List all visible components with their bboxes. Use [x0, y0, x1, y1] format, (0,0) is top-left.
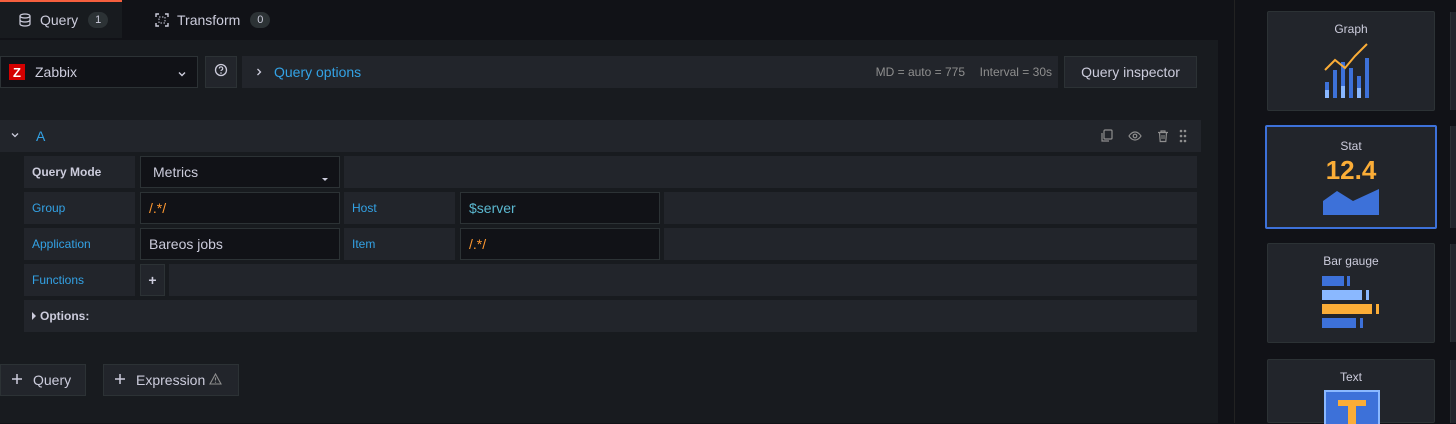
query-mode-label: Query Mode [24, 156, 135, 188]
tab-transform[interactable]: Transform 0 [155, 0, 271, 40]
sidebar-divider [1234, 0, 1235, 423]
stat-sparkline-icon [1323, 189, 1379, 215]
plus-icon [114, 372, 126, 388]
host-input[interactable]: $server [460, 192, 660, 224]
viz-card-partial [1450, 12, 1456, 110]
tab-query-label: Query [40, 12, 79, 28]
warning-icon [209, 372, 223, 388]
interval-value: Interval = 30s [979, 65, 1052, 79]
application-label: Application [24, 228, 135, 260]
datasource-help-button[interactable] [205, 56, 237, 88]
viz-card-stat[interactable]: Stat 12.4 [1265, 125, 1437, 229]
add-expression-label: Expression [136, 372, 206, 388]
caret-right-icon [32, 307, 37, 325]
transform-icon [155, 13, 169, 27]
database-icon [18, 13, 32, 27]
row-filler [169, 264, 1197, 296]
query-ref-id[interactable]: A [36, 128, 45, 144]
add-query-button[interactable]: Query [0, 364, 86, 396]
stat-value: 12.4 [1325, 155, 1377, 185]
row-filler [344, 156, 1197, 188]
zabbix-logo-icon: Z [9, 64, 25, 80]
viz-title-stat: Stat [1340, 139, 1362, 153]
viz-card-partial [1450, 126, 1456, 228]
group-input[interactable]: /.*/ [140, 192, 340, 224]
viz-title-graph: Graph [1334, 22, 1368, 36]
datasource-picker[interactable]: Z Zabbix [0, 56, 198, 88]
trash-icon[interactable] [1156, 129, 1170, 148]
query-row-header: A [0, 120, 1201, 152]
text-viz-icon [1324, 390, 1380, 424]
drag-handle-icon[interactable] [1178, 128, 1188, 149]
row-filler [664, 228, 1197, 260]
viz-card-text[interactable]: Text [1267, 359, 1435, 424]
graph-viz-icon [1324, 43, 1369, 98]
tab-transform-count: 0 [250, 12, 271, 28]
row-filler [664, 192, 1197, 224]
viz-card-graph[interactable]: Graph [1267, 11, 1435, 111]
item-input[interactable]: /.*/ [460, 228, 660, 260]
chevron-down-icon [177, 66, 187, 84]
query-mode-value: Metrics [153, 164, 199, 180]
bar-gauge-viz-icon [1322, 276, 1379, 328]
caret-down-icon [321, 170, 329, 186]
options-toggle[interactable]: Options: [24, 300, 1197, 332]
host-label: Host [344, 192, 455, 224]
add-expression-button[interactable]: Expression [103, 364, 239, 396]
duplicate-icon[interactable] [1100, 129, 1114, 148]
query-options-label[interactable]: Query options [274, 64, 361, 80]
tab-transform-label: Transform [177, 12, 241, 28]
chevron-right-icon [254, 64, 264, 80]
collapse-chevron-icon[interactable] [10, 127, 20, 145]
viz-title-text: Text [1339, 370, 1362, 384]
viz-title-bar-gauge: Bar gauge [1323, 254, 1379, 268]
max-data-points: MD = auto = 775 [875, 65, 965, 79]
help-icon [214, 63, 228, 82]
add-query-label: Query [33, 372, 72, 388]
viz-card-partial [1450, 360, 1456, 423]
group-label: Group [24, 192, 135, 224]
viz-card-partial [1450, 244, 1456, 342]
query-options-bar[interactable]: Query options MD = auto = 775 Interval =… [242, 56, 1058, 88]
options-label: Options: [40, 309, 90, 323]
item-label: Item [344, 228, 455, 260]
viz-card-bar-gauge[interactable]: Bar gauge [1267, 243, 1435, 343]
eye-icon[interactable] [1128, 129, 1142, 148]
add-function-button[interactable]: + [140, 264, 165, 296]
query-tab-bar: Query 1 Transform 0 [0, 0, 1218, 40]
query-inspector-button[interactable]: Query inspector [1064, 56, 1197, 88]
plus-icon [11, 372, 23, 388]
application-input[interactable]: Bareos jobs [140, 228, 340, 260]
tab-query-count: 1 [88, 12, 109, 28]
functions-label: Functions [24, 264, 135, 296]
tab-query[interactable]: Query 1 [0, 0, 122, 38]
datasource-name: Zabbix [35, 64, 78, 80]
query-mode-select[interactable]: Metrics [140, 156, 340, 188]
